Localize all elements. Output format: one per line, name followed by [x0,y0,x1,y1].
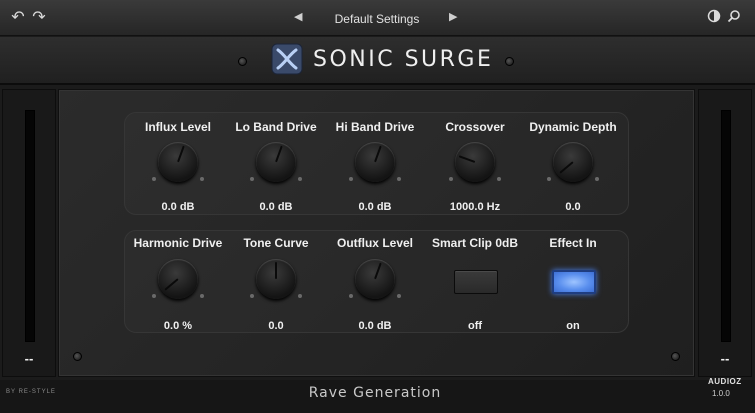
x-surge-logo-icon [271,43,303,75]
smart-clip-label: Smart Clip 0dB [431,236,518,250]
crossover-value: 1000.0 Hz [449,201,501,213]
output-meter-value: -- [720,351,730,366]
knob-indicator [374,262,382,280]
influx-level-label: Influx Level [144,120,212,134]
top-toolbar: ↶ ↷ ◀ Default Settings ▶ [0,0,755,36]
effect-in-toggle[interactable] [552,270,596,294]
knob-max-dot [497,177,501,181]
half-circle-icon[interactable] [705,9,723,27]
effect-in-value: on [566,320,580,332]
knob-min-dot [250,177,254,181]
dynamic-depth-value: 0.0 [565,201,581,213]
knob-min-dot [349,177,353,181]
harmonic-drive-knob[interactable] [158,259,198,299]
harmonic-drive-control: Harmonic Drive 0.0 % [130,236,226,332]
plugin-footer: BY RE-STYLE Rave Generation [0,380,755,413]
effect-in-label: Effect In [549,236,597,250]
knob-indicator [374,145,382,163]
knob-max-dot [200,294,204,298]
knob-min-dot [152,294,156,298]
dynamic-depth-label: Dynamic Depth [529,120,617,134]
vendor-credit: BY RE-STYLE [6,389,56,395]
knob-indicator [177,145,185,163]
knob-indicator [559,161,574,174]
output-meter: -- [698,89,752,377]
influx-level-value: 0.0 dB [161,201,195,213]
outflux-level-control: Outflux Level 0.0 dB [327,236,423,332]
watermark-brand: AUDIOZ [708,377,742,386]
hi-band-drive-control: Hi Band Drive 0.0 dB [327,120,423,213]
knob-max-dot [200,177,204,181]
brand-logo: SONIC SURGE [271,43,493,75]
knob-min-dot [152,177,156,181]
tone-curve-control: Tone Curve 0.0 [228,236,324,332]
knob-min-dot [349,294,353,298]
lo-band-drive-knob[interactable] [256,142,296,182]
next-preset-button[interactable]: ▶ [449,10,457,23]
influx-level-control: Influx Level 0.0 dB [130,120,226,213]
knob-indicator [164,278,179,291]
redo-icon[interactable]: ↷ [30,9,48,27]
screw-icon [238,57,247,66]
lo-band-drive-value: 0.0 dB [259,201,293,213]
input-meter-value: -- [24,351,34,366]
crossover-knob[interactable] [455,142,495,182]
knob-min-dot [250,294,254,298]
tone-curve-knob[interactable] [256,259,296,299]
crossover-label: Crossover [445,120,505,134]
smart-clip-value: off [467,320,483,332]
influx-level-knob[interactable] [158,142,198,182]
hi-band-drive-knob[interactable] [355,142,395,182]
dynamic-depth-control: Dynamic Depth 0.0 [525,120,621,213]
knob-indicator [275,145,283,163]
magnifier-icon[interactable] [725,9,743,27]
hi-band-drive-value: 0.0 dB [358,201,392,213]
knob-indicator [275,262,277,279]
knob-min-dot [449,177,453,181]
vendor-brand: Rave Generation [308,385,442,401]
knob-max-dot [298,177,302,181]
knob-max-dot [298,294,302,298]
lo-band-drive-label: Lo Band Drive [235,120,317,134]
harmonic-drive-label: Harmonic Drive [133,236,223,250]
screw-icon [73,352,82,361]
control-group-top: Influx Level 0.0 dB Lo Band Drive 0.0 dB… [124,112,629,215]
smart-clip-toggle[interactable] [454,270,498,294]
outflux-level-knob[interactable] [355,259,395,299]
knob-min-dot [547,177,551,181]
output-meter-slot [721,110,731,342]
knob-max-dot [595,177,599,181]
crossover-control: Crossover 1000.0 Hz [427,120,523,213]
smart-clip-control: Smart Clip 0dB off [427,236,523,332]
input-meter-slot [25,110,35,342]
harmonic-drive-value: 0.0 % [163,320,193,332]
knob-max-dot [397,294,401,298]
dynamic-depth-knob[interactable] [553,142,593,182]
half-circle-glyph [707,9,721,23]
plugin-header: SONIC SURGE [0,37,755,85]
brand-name: SONIC SURGE [313,46,494,72]
knob-max-dot [397,177,401,181]
control-group-bottom: Harmonic Drive 0.0 % Tone Curve 0.0 Outf… [124,230,629,333]
hi-band-drive-label: Hi Band Drive [335,120,415,134]
control-panel: Influx Level 0.0 dB Lo Band Drive 0.0 dB… [58,89,695,377]
magnifier-glyph [727,10,740,23]
input-meter: -- [2,89,56,377]
screw-icon [671,352,680,361]
watermark-version: 1.0.0 [712,389,730,398]
lo-band-drive-control: Lo Band Drive 0.0 dB [228,120,324,213]
knob-indicator [458,155,476,163]
tone-curve-value: 0.0 [268,320,284,332]
tone-curve-label: Tone Curve [243,236,309,250]
screw-icon [505,57,514,66]
outflux-level-label: Outflux Level [336,236,413,250]
preset-name[interactable]: Default Settings [300,12,454,26]
effect-in-control: Effect In on [525,236,621,332]
outflux-level-value: 0.0 dB [358,320,392,332]
undo-icon[interactable]: ↶ [9,9,27,27]
